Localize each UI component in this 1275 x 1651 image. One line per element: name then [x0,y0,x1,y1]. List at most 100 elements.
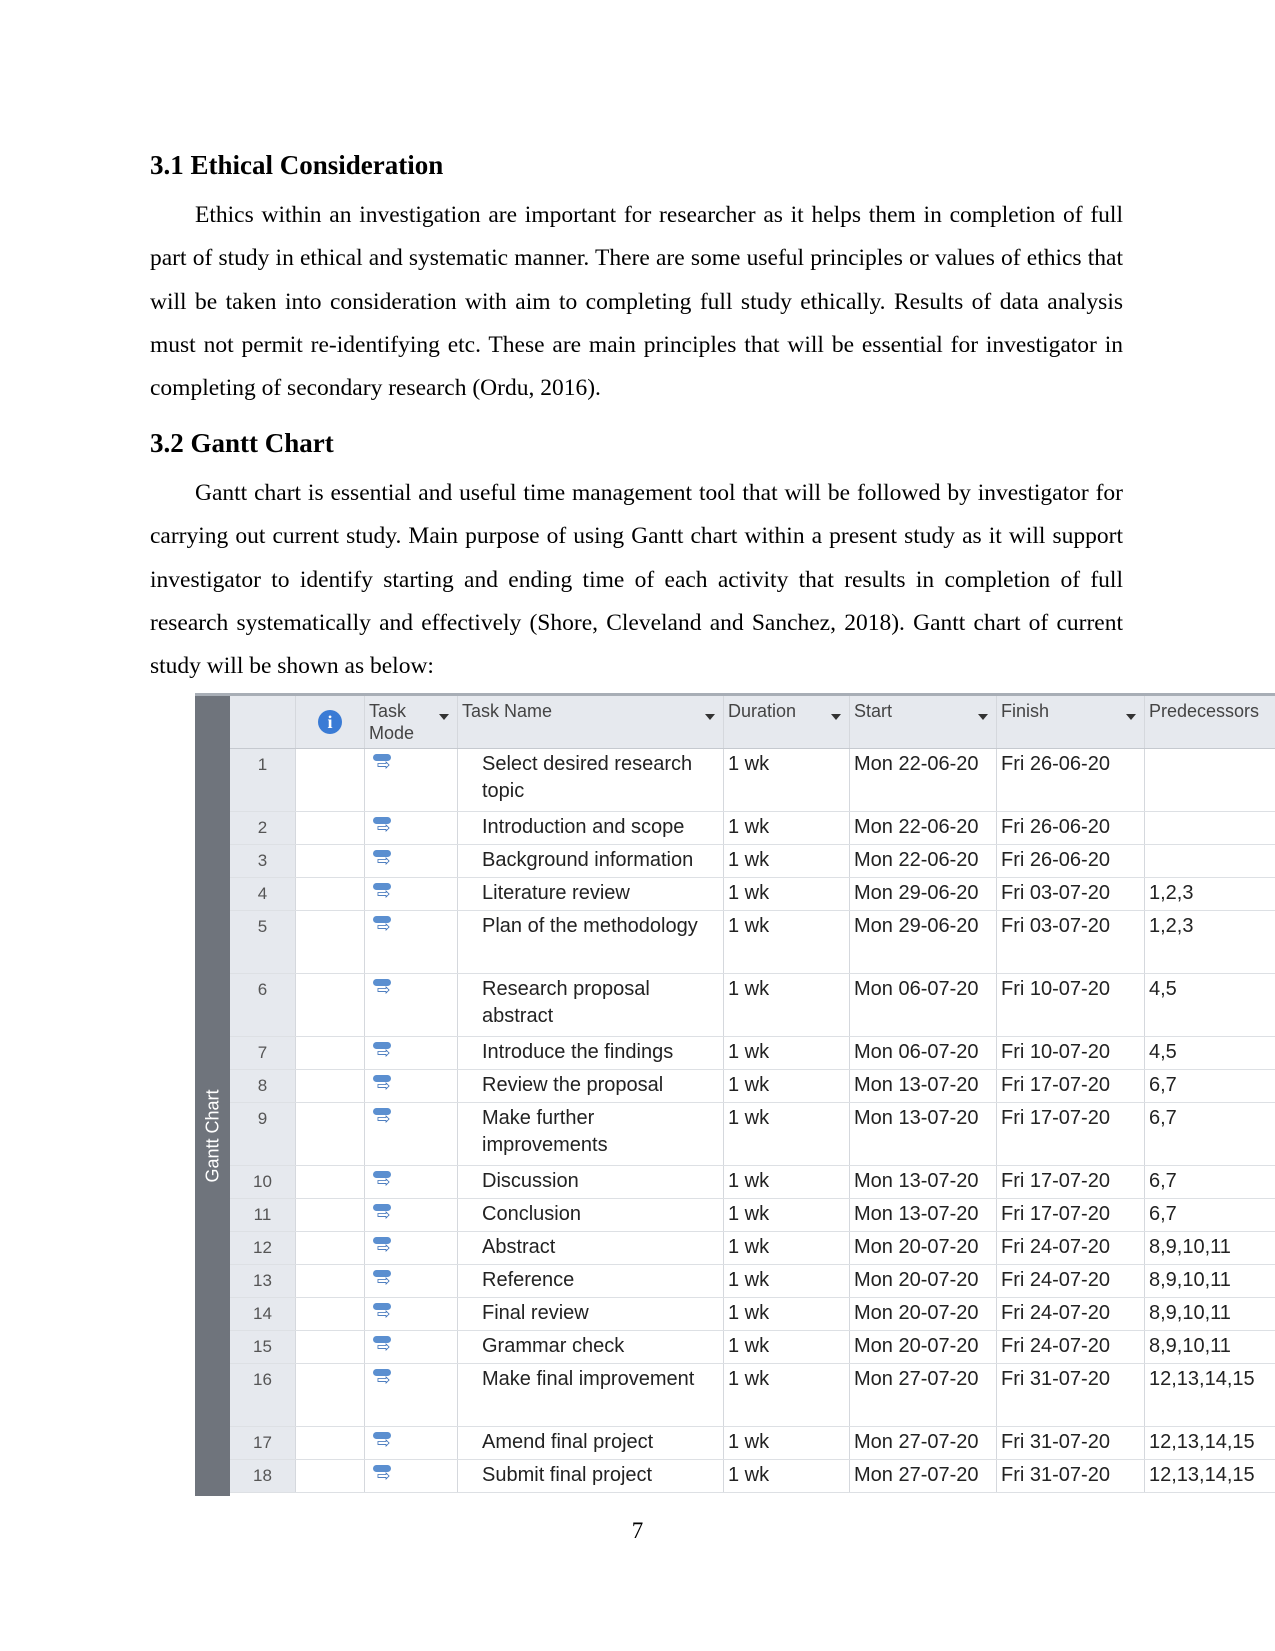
start-cell[interactable]: Mon 22-06-20 [850,749,997,811]
start-cell[interactable]: Mon 13-07-20 [850,1166,997,1198]
view-bar[interactable]: Gantt Chart [195,696,230,1496]
indicator-cell[interactable] [296,1232,365,1264]
table-row[interactable]: 9 Make further improvements1 wkMon 13-07-… [230,1103,1275,1166]
duration-cell[interactable]: 1 wk [724,1331,850,1363]
finish-cell[interactable]: Fri 17-07-20 [997,1199,1145,1231]
task-name-cell[interactable]: Conclusion [458,1199,724,1231]
predecessors-cell[interactable]: 8,9,10,11 [1145,1265,1275,1297]
task-mode-cell[interactable] [365,1364,458,1426]
start-cell[interactable]: Mon 13-07-20 [850,1103,997,1165]
row-number[interactable]: 9 [230,1103,296,1165]
task-mode-cell[interactable] [365,749,458,811]
task-mode-cell[interactable] [365,812,458,844]
chevron-down-icon[interactable] [978,714,988,720]
finish-cell[interactable]: Fri 31-07-20 [997,1460,1145,1492]
predecessors-cell[interactable]: 1,2,3 [1145,911,1275,973]
predecessors-cell[interactable]: 8,9,10,11 [1145,1298,1275,1330]
finish-cell[interactable]: Fri 03-07-20 [997,878,1145,910]
finish-cell[interactable]: Fri 10-07-20 [997,1037,1145,1069]
select-all-cell[interactable] [230,696,296,748]
duration-cell[interactable]: 1 wk [724,1427,850,1459]
chevron-down-icon[interactable] [705,714,715,720]
finish-cell[interactable]: Fri 17-07-20 [997,1166,1145,1198]
row-number[interactable]: 14 [230,1298,296,1330]
predecessors-header[interactable]: Predecessors [1145,696,1275,748]
duration-cell[interactable]: 1 wk [724,878,850,910]
task-name-cell[interactable]: Introduction and scope [458,812,724,844]
indicator-cell[interactable] [296,878,365,910]
indicator-cell[interactable] [296,1103,365,1165]
chevron-down-icon[interactable] [439,714,449,720]
chevron-down-icon[interactable] [831,714,841,720]
row-number[interactable]: 5 [230,911,296,973]
table-row[interactable]: 2 Introduction and scope1 wkMon 22-06-20F… [230,812,1275,845]
task-mode-cell[interactable] [365,974,458,1036]
finish-cell[interactable]: Fri 26-06-20 [997,812,1145,844]
predecessors-cell[interactable]: 12,13,14,15 [1145,1427,1275,1459]
predecessors-cell[interactable] [1145,749,1275,811]
task-name-cell[interactable]: Background information [458,845,724,877]
task-name-cell[interactable]: Select desired research topic [458,749,724,811]
duration-cell[interactable]: 1 wk [724,845,850,877]
indicator-cell[interactable] [296,1037,365,1069]
row-number[interactable]: 6 [230,974,296,1036]
start-cell[interactable]: Mon 06-07-20 [850,974,997,1036]
finish-cell[interactable]: Fri 10-07-20 [997,974,1145,1036]
indicator-cell[interactable] [296,845,365,877]
predecessors-cell[interactable]: 8,9,10,11 [1145,1232,1275,1264]
task-name-cell[interactable]: Submit final project [458,1460,724,1492]
row-number[interactable]: 3 [230,845,296,877]
predecessors-cell[interactable]: 8,9,10,11 [1145,1331,1275,1363]
row-number[interactable]: 18 [230,1460,296,1492]
duration-cell[interactable]: 1 wk [724,1199,850,1231]
duration-cell[interactable]: 1 wk [724,749,850,811]
row-number[interactable]: 7 [230,1037,296,1069]
start-cell[interactable]: Mon 29-06-20 [850,878,997,910]
table-row[interactable]: 17 Amend final project1 wkMon 27-07-20Fri… [230,1427,1275,1460]
table-row[interactable]: 7 Introduce the findings1 wkMon 06-07-20F… [230,1037,1275,1070]
duration-cell[interactable]: 1 wk [724,974,850,1036]
task-name-cell[interactable]: Research proposal abstract [458,974,724,1036]
task-name-cell[interactable]: Plan of the methodology [458,911,724,973]
task-name-cell[interactable]: Final review [458,1298,724,1330]
task-mode-cell[interactable] [365,1265,458,1297]
task-mode-cell[interactable] [365,1460,458,1492]
task-name-cell[interactable]: Abstract [458,1232,724,1264]
predecessors-cell[interactable]: 1,2,3 [1145,878,1275,910]
task-mode-cell[interactable] [365,1232,458,1264]
finish-cell[interactable]: Fri 03-07-20 [997,911,1145,973]
indicator-cell[interactable] [296,974,365,1036]
duration-cell[interactable]: 1 wk [724,1232,850,1264]
row-number[interactable]: 16 [230,1364,296,1426]
finish-header[interactable]: Finish [997,696,1145,748]
task-mode-cell[interactable] [365,1037,458,1069]
task-name-cell[interactable]: Amend final project [458,1427,724,1459]
start-header[interactable]: Start [850,696,997,748]
table-row[interactable]: 11 Conclusion1 wkMon 13-07-20Fri 17-07-20… [230,1199,1275,1232]
start-cell[interactable]: Mon 13-07-20 [850,1070,997,1102]
start-cell[interactable]: Mon 20-07-20 [850,1265,997,1297]
start-cell[interactable]: Mon 06-07-20 [850,1037,997,1069]
duration-cell[interactable]: 1 wk [724,1265,850,1297]
predecessors-cell[interactable]: 6,7 [1145,1166,1275,1198]
start-cell[interactable]: Mon 22-06-20 [850,845,997,877]
row-number[interactable]: 4 [230,878,296,910]
duration-cell[interactable]: 1 wk [724,812,850,844]
table-row[interactable]: 14 Final review1 wkMon 20-07-20Fri 24-07-… [230,1298,1275,1331]
task-mode-cell[interactable] [365,1070,458,1102]
finish-cell[interactable]: Fri 31-07-20 [997,1427,1145,1459]
table-row[interactable]: 4 Literature review1 wkMon 29-06-20Fri 03… [230,878,1275,911]
start-cell[interactable]: Mon 29-06-20 [850,911,997,973]
indicator-cell[interactable] [296,749,365,811]
table-row[interactable]: 12 Abstract1 wkMon 20-07-20Fri 24-07-208,… [230,1232,1275,1265]
table-row[interactable]: 6 Research proposal abstract1 wkMon 06-07… [230,974,1275,1037]
task-mode-cell[interactable] [365,911,458,973]
row-number[interactable]: 13 [230,1265,296,1297]
row-number[interactable]: 2 [230,812,296,844]
start-cell[interactable]: Mon 20-07-20 [850,1298,997,1330]
start-cell[interactable]: Mon 27-07-20 [850,1460,997,1492]
finish-cell[interactable]: Fri 17-07-20 [997,1070,1145,1102]
task-name-cell[interactable]: Review the proposal [458,1070,724,1102]
finish-cell[interactable]: Fri 26-06-20 [997,845,1145,877]
duration-cell[interactable]: 1 wk [724,1298,850,1330]
